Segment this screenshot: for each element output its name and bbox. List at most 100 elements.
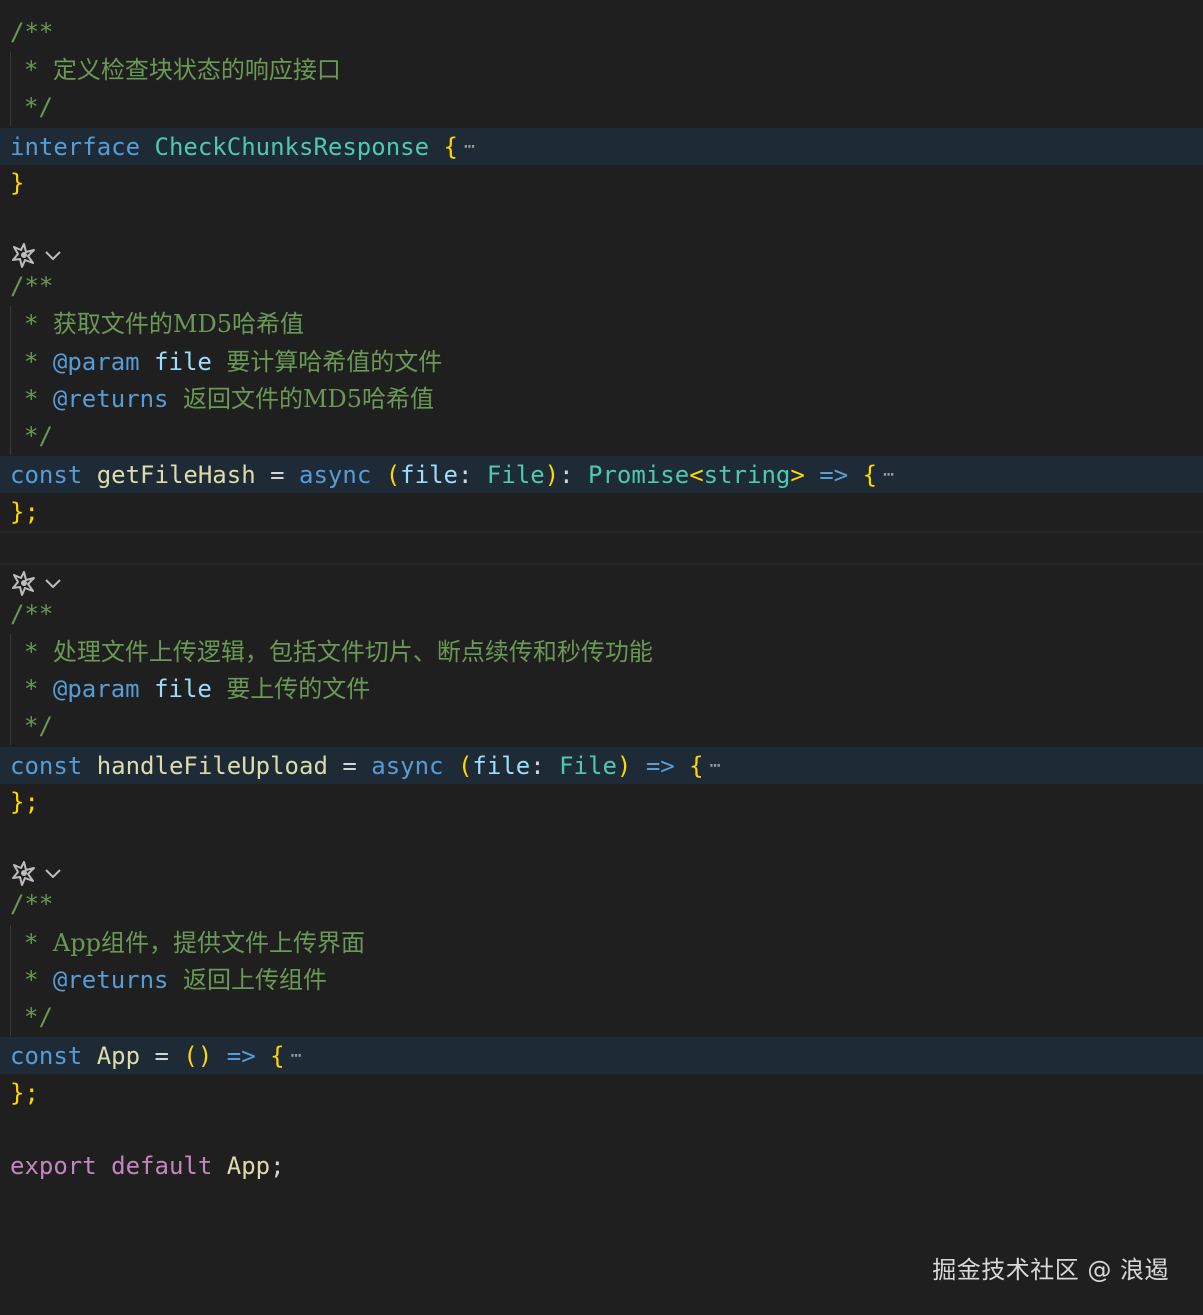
fold-ellipsis[interactable]: ⋯: [291, 1045, 302, 1066]
brace: };: [10, 1079, 39, 1107]
comment-star: *: [24, 929, 39, 957]
comment-text: 返回文件的MD5哈希值: [182, 385, 435, 413]
chevron-down-icon[interactable]: [42, 244, 64, 266]
jsdoc-tag: @param: [52, 348, 140, 376]
jsdoc-param-name: file: [154, 348, 212, 376]
comment-text: */: [24, 712, 53, 740]
fold-ellipsis[interactable]: ⋯: [464, 136, 475, 157]
function-name: App: [96, 1042, 141, 1070]
doc-comment-open: /**: [0, 14, 1203, 51]
ai-sparkle-icon[interactable]: [10, 859, 38, 887]
doc-comment-line: * 获取文件的MD5哈希值: [0, 306, 1203, 343]
doc-comment-line: * 定义检查块状态的响应接口: [0, 52, 1203, 89]
folded-declaration-line[interactable]: const handleFileUpload = async (file: Fi…: [0, 747, 1203, 784]
colon: :: [530, 752, 545, 780]
jsdoc-param-name: file: [154, 675, 212, 703]
ai-sparkle-icon[interactable]: [10, 241, 38, 269]
folded-declaration-line[interactable]: const App = () => {⋯: [0, 1037, 1203, 1074]
comment-text: /**: [10, 18, 54, 46]
doc-comment-line: * @param file 要上传的文件: [0, 671, 1203, 708]
keyword-export: export: [10, 1152, 97, 1180]
chevron-down-icon[interactable]: [42, 572, 64, 594]
doc-comment-line: * App组件，提供文件上传界面: [0, 925, 1203, 962]
doc-comment-open: /**: [0, 596, 1203, 633]
folded-declaration-line[interactable]: interface CheckChunksResponse {⋯: [0, 128, 1203, 165]
jsdoc-tag: @returns: [52, 966, 169, 994]
doc-comment-line: * @returns 返回上传组件: [0, 962, 1203, 999]
comment-text: /**: [10, 890, 54, 918]
indent-guide: [10, 925, 11, 1036]
param-type: File: [486, 461, 545, 489]
comment-star: *: [24, 310, 39, 338]
export-line: export default App;: [0, 1148, 1203, 1185]
keyword: const: [10, 461, 83, 489]
operator: =: [270, 461, 285, 489]
comment-text: 获取文件的MD5哈希值: [52, 310, 304, 338]
paren: ): [544, 461, 560, 489]
doc-comment-open: /**: [0, 268, 1203, 305]
comment-text: App组件，提供文件上传界面: [52, 929, 365, 957]
paren: ): [616, 752, 632, 780]
doc-comment-close: */: [0, 708, 1203, 745]
doc-comment-close: */: [0, 89, 1203, 126]
comment-text: */: [24, 1003, 53, 1031]
param-name: file: [472, 752, 531, 780]
indent-guide: [10, 306, 11, 455]
doc-comment-close: */: [0, 999, 1203, 1036]
indent-guide: [10, 52, 11, 126]
comment-text: */: [24, 93, 53, 121]
code-editor[interactable]: /** * 定义检查块状态的响应接口 */ interface CheckChu…: [0, 0, 1203, 1315]
comment-star: *: [24, 385, 39, 413]
param-type: File: [559, 752, 617, 780]
semicolon: ;: [270, 1152, 285, 1180]
arrow: =>: [645, 752, 675, 780]
param-name: file: [400, 461, 458, 489]
ai-sparkle-icon[interactable]: [10, 569, 38, 597]
folded-declaration-line[interactable]: const getFileHash = async (file: File): …: [0, 456, 1203, 493]
doc-comment-line: * 处理文件上传逻辑，包括文件切片、断点续传和秒传功能: [0, 634, 1203, 671]
indent-guide: [10, 634, 11, 745]
operator: =: [154, 1042, 169, 1070]
keyword: async: [371, 752, 444, 780]
doc-comment-line: * @param file 要计算哈希值的文件: [0, 344, 1203, 381]
generic-type: string: [703, 461, 791, 489]
jsdoc-tag: @returns: [52, 385, 169, 413]
chevron-down-icon[interactable]: [42, 862, 64, 884]
comment-text: 返回上传组件: [182, 966, 327, 994]
comment-text: /**: [10, 600, 54, 628]
comment-text: */: [24, 422, 53, 450]
comment-text: 处理文件上传逻辑，包括文件切片、断点续传和秒传功能: [52, 638, 653, 666]
angle-bracket: <: [689, 461, 704, 489]
return-type: Promise: [588, 461, 690, 489]
keyword-default: default: [111, 1152, 213, 1180]
keyword: const: [10, 1042, 83, 1070]
keyword: const: [10, 752, 83, 780]
function-name: handleFileUpload: [96, 752, 328, 780]
comment-star: *: [24, 348, 39, 376]
export-name: App: [226, 1152, 271, 1180]
doc-comment-open: /**: [0, 886, 1203, 923]
keyword: interface: [10, 133, 141, 161]
codelens[interactable]: [10, 858, 70, 888]
keyword: async: [299, 461, 372, 489]
comment-star: *: [24, 638, 39, 666]
brace: {: [443, 133, 458, 161]
doc-comment-close: */: [0, 418, 1203, 455]
comment-star: *: [24, 966, 39, 994]
angle-bracket: >: [790, 461, 805, 489]
paren: (: [457, 752, 473, 780]
codelens[interactable]: [10, 240, 70, 270]
paren: (: [385, 461, 401, 489]
doc-comment-line: * @returns 返回文件的MD5哈希值: [0, 381, 1203, 418]
paren: (): [183, 1042, 213, 1070]
fold-ellipsis[interactable]: ⋯: [710, 755, 721, 776]
brace: {: [689, 752, 704, 780]
function-name: getFileHash: [96, 461, 256, 489]
codelens[interactable]: [10, 568, 70, 598]
colon: :: [457, 461, 473, 489]
fold-ellipsis[interactable]: ⋯: [883, 464, 894, 485]
comment-star: *: [24, 56, 39, 84]
operator: =: [342, 752, 357, 780]
closing-line: }: [0, 165, 1203, 202]
current-line[interactable]: [0, 531, 1203, 565]
